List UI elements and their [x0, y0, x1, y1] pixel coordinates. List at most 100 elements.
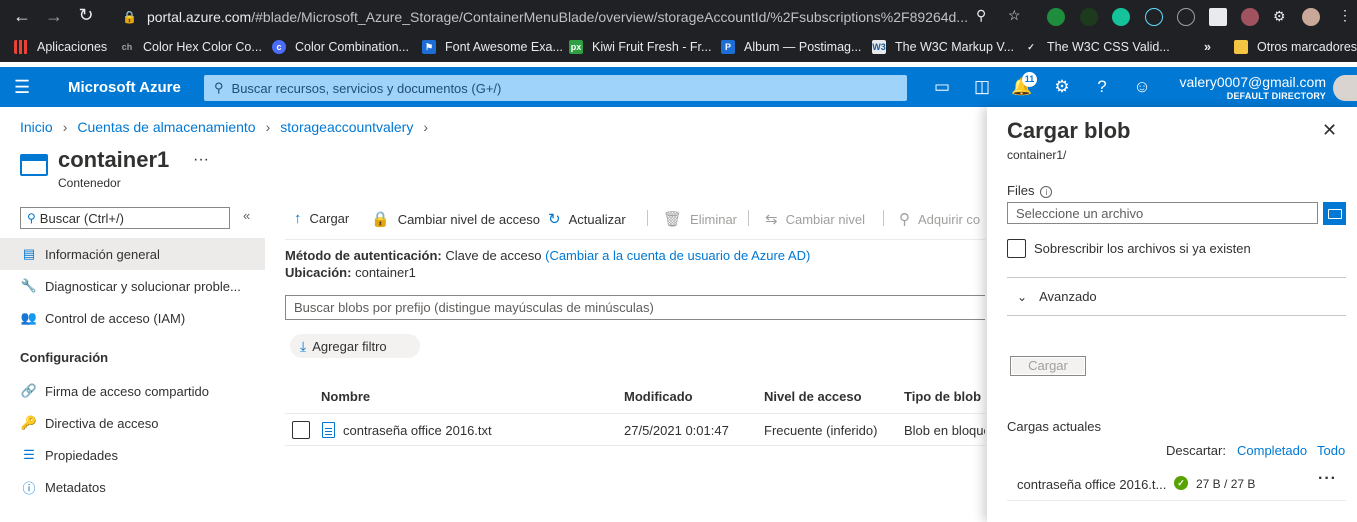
bookmark-w3c-markup[interactable]: W3 The W3C Markup V... — [872, 40, 1014, 54]
add-filter-button[interactable]: ⤓ Agregar filtro — [290, 334, 420, 358]
user-avatar[interactable] — [1333, 75, 1357, 101]
key-icon[interactable]: ⚲ — [976, 7, 986, 24]
change-tier-button[interactable]: ⇆ Cambiar nivel — [765, 210, 865, 228]
discard-completed-link[interactable]: Completado — [1237, 443, 1307, 458]
acquire-lease-button[interactable]: ⚲ Adquirir co — [899, 210, 980, 228]
bookmark-label: Aplicaciones — [37, 40, 108, 54]
link-icon: 🔗 — [20, 383, 38, 398]
extension-react-icon[interactable] — [1145, 8, 1163, 26]
swap-arrows-icon: ⇆ — [765, 211, 778, 228]
lock-icon: 🔒 — [122, 10, 137, 24]
menu-item-overview[interactable]: ▤ Información general — [0, 238, 265, 270]
reload-icon[interactable]: ↻ — [70, 5, 102, 26]
blob-name-link[interactable]: contraseña office 2016.txt — [343, 423, 492, 438]
row-checkbox[interactable] — [292, 421, 310, 439]
settings-gear-icon[interactable]: ⚙ — [1050, 77, 1074, 97]
bookmark-label: Font Awesome Exa... — [445, 40, 563, 54]
bookmark-w3c-css[interactable]: ✓ The W3C CSS Valid... — [1024, 40, 1170, 54]
column-header-modified[interactable]: Modificado — [624, 389, 693, 404]
blob-search-placeholder: Buscar blobs por prefijo (distingue mayú… — [294, 300, 654, 315]
bookmark-font-awesome[interactable]: ⚑ Font Awesome Exa... — [422, 40, 563, 54]
upload-item-size: 27 B / 27 B — [1196, 477, 1256, 491]
forward-icon[interactable]: → — [38, 6, 70, 27]
column-header-name[interactable]: Nombre — [321, 389, 370, 404]
extensions-puzzle-icon[interactable]: ⚙ — [1273, 8, 1291, 26]
back-icon[interactable]: ← — [6, 6, 38, 27]
profile-avatar[interactable] — [1302, 8, 1320, 26]
chevron-right-icon: › — [265, 119, 271, 135]
more-actions-icon[interactable]: ··· — [193, 151, 209, 169]
refresh-button[interactable]: ↻ Actualizar — [548, 210, 626, 228]
file-icon — [322, 422, 335, 438]
menu-item-metadata[interactable]: ⓘ Metadatos — [0, 471, 265, 503]
menu-item-properties[interactable]: ☰ Propiedades — [0, 439, 265, 471]
hamburger-menu-icon[interactable]: ☰ — [14, 77, 30, 98]
upload-submit-button[interactable]: Cargar — [1010, 356, 1086, 376]
extension-ball-icon[interactable] — [1241, 8, 1259, 26]
advanced-label: Avanzado — [1039, 289, 1097, 304]
user-email[interactable]: valery0007@gmail.com — [1180, 74, 1327, 90]
column-header-type[interactable]: Tipo de blob — [904, 389, 981, 404]
feedback-smiley-icon[interactable]: ☺ — [1130, 77, 1154, 97]
bookmark-postimage[interactable]: P Album — Postimag... — [721, 40, 861, 54]
location-value: container1 — [355, 265, 416, 280]
upload-item-name: contraseña office 2016.t... — [1017, 477, 1167, 492]
extension-list-icon[interactable] — [1209, 8, 1227, 26]
advanced-toggle[interactable]: ⌄ Avanzado — [1017, 289, 1097, 304]
breadcrumb-storage-account[interactable]: storageaccountvalery — [280, 119, 413, 135]
menu-item-access-policy[interactable]: 🔑 Directiva de acceso — [0, 407, 265, 439]
discard-label: Descartar: — [1166, 443, 1226, 458]
extension-grammarly-icon[interactable] — [1112, 8, 1130, 26]
info-icon: ⓘ — [22, 480, 36, 496]
menu-item-sas[interactable]: 🔗 Firma de acceso compartido — [0, 375, 265, 407]
page-title: container1 — [58, 147, 170, 172]
extension-history-icon[interactable] — [1177, 8, 1195, 26]
star-icon[interactable]: ☆ — [1008, 7, 1021, 24]
upload-button[interactable]: ↑ Cargar — [294, 210, 349, 227]
blob-prefix-search-input[interactable]: Buscar blobs por prefijo (distingue mayú… — [285, 295, 985, 320]
menu-item-diagnose[interactable]: 🔧 Diagnosticar y solucionar proble... — [0, 270, 265, 302]
overwrite-checkbox[interactable] — [1007, 239, 1026, 258]
azure-brand[interactable]: Microsoft Azure — [68, 79, 181, 96]
breadcrumb-storage-accounts[interactable]: Cuentas de almacenamiento — [77, 119, 255, 135]
help-icon[interactable]: ? — [1090, 77, 1114, 97]
overview-icon: ▤ — [22, 246, 36, 261]
search-icon: ⚲ — [214, 80, 224, 95]
extension-check-icon[interactable] — [1047, 8, 1065, 26]
menu-search-input[interactable]: ⚲ Buscar (Ctrl+/) — [20, 207, 230, 229]
menu-item-label: Directiva de acceso — [45, 415, 159, 431]
address-bar[interactable]: 🔒 portal.azure.com/#blade/Microsoft_Azur… — [110, 3, 1035, 31]
more-options-icon[interactable]: ··· — [1318, 470, 1337, 488]
bookmark-label: Color Hex Color Co... — [143, 40, 262, 54]
breadcrumb-home[interactable]: Inicio — [20, 119, 53, 135]
breadcrumb: Inicio › Cuentas de almacenamiento › sto… — [20, 119, 428, 135]
more-bookmarks-icon[interactable]: » — [1204, 40, 1211, 54]
bookmark-color-combination[interactable]: c Color Combination... — [272, 40, 409, 54]
table-row-divider — [285, 445, 985, 446]
directory-filter-icon[interactable]: ◫ — [970, 77, 994, 97]
panel-subtitle: container1/ — [1007, 148, 1067, 162]
bookmark-colorhex[interactable]: ch Color Hex Color Co... — [120, 40, 262, 54]
file-select-input[interactable]: Seleccione un archivo — [1007, 202, 1318, 224]
switch-auth-link[interactable]: (Cambiar a la cuenta de usuario de Azure… — [545, 248, 810, 263]
browse-folder-button[interactable] — [1323, 202, 1346, 225]
bookmark-other[interactable]: Otros marcadores — [1234, 40, 1357, 54]
column-header-tier[interactable]: Nivel de acceso — [764, 389, 862, 404]
bookmark-apps[interactable]: Aplicaciones — [14, 40, 107, 54]
search-icon: ⚲ — [27, 211, 36, 225]
extension-a-icon[interactable] — [1080, 8, 1098, 26]
collapse-menu-icon[interactable]: « — [243, 208, 250, 223]
cloud-shell-icon[interactable]: ▭ — [930, 77, 954, 97]
close-icon[interactable]: ✕ — [1322, 120, 1337, 141]
discard-all-link[interactable]: Todo — [1317, 443, 1345, 458]
change-access-level-button[interactable]: 🔒 Cambiar nivel de acceso — [371, 210, 540, 228]
info-icon[interactable]: i — [1040, 186, 1053, 198]
kebab-menu-icon[interactable]: ⋮ — [1338, 7, 1352, 24]
lease-icon: ⚲ — [899, 211, 910, 228]
overwrite-label: Sobrescribir los archivos si ya existen — [1034, 241, 1251, 256]
bookmark-kiwi[interactable]: px Kiwi Fruit Fresh - Fr... — [569, 40, 711, 54]
menu-item-label: Firma de acceso compartido — [45, 383, 210, 399]
menu-item-iam[interactable]: 👥 Control de acceso (IAM) — [0, 302, 265, 334]
global-search-input[interactable]: ⚲ Buscar recursos, servicios y documento… — [204, 75, 907, 101]
delete-button[interactable]: 🗑 Eliminar — [663, 210, 737, 228]
